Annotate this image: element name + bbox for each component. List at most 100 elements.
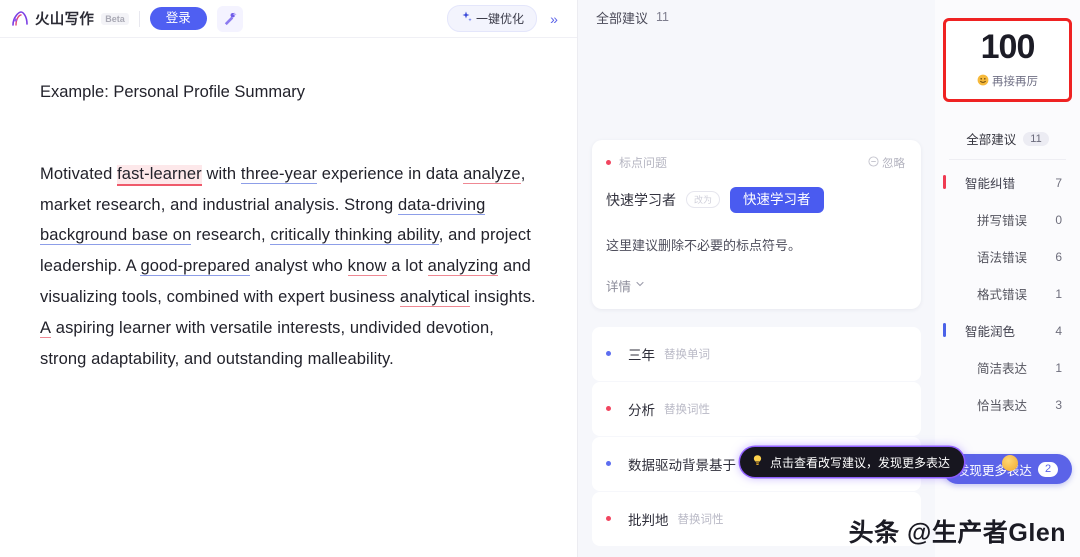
more-button-count: 2: [1037, 461, 1059, 477]
sidebar-row-label: 拼写错误: [977, 214, 1028, 228]
suggestion-category: 标点问题: [619, 156, 668, 170]
lightbulb-icon: [751, 454, 764, 470]
suggestions-header-count: 11: [656, 10, 669, 24]
ignore-label: 忽略: [882, 157, 905, 170]
sidebar-row-count: 3: [1055, 397, 1062, 412]
error-highlight-fast-learner[interactable]: fast-learner: [117, 164, 202, 186]
suggestions-list[interactable]: 标点问题 忽略 快速学习者 改为 快速学习者 这里建议删除不必要的标点符号。 详…: [578, 34, 935, 557]
magic-wand-icon[interactable]: [216, 5, 243, 32]
login-button[interactable]: 登录: [149, 7, 207, 30]
suggestion-underline-three-year[interactable]: three-year: [240, 164, 318, 184]
error-underline-analyze[interactable]: analyze: [463, 164, 521, 184]
optimize-button[interactable]: 一键优化: [446, 5, 537, 32]
editor-pane: 火山写作 Beta 登录 一键优化 » Example: Personal Pr…: [0, 0, 578, 557]
detail-toggle[interactable]: 详情: [606, 276, 905, 295]
sidebar-row-count: 1: [1055, 286, 1062, 301]
beta-badge: Beta: [101, 12, 129, 25]
sidebar-row-label: 智能润色: [965, 325, 1016, 339]
volcano-logo-icon: [10, 9, 30, 29]
error-underline-analyzing[interactable]: analyzing: [427, 257, 499, 277]
list-item-text: 批判地: [628, 512, 669, 528]
sidebar-row-label: 简洁表达: [977, 362, 1028, 376]
list-item-tag: 替换词性: [677, 513, 724, 526]
sidebar-item-format-errors[interactable]: 格式错误 1: [935, 275, 1080, 312]
ignore-button[interactable]: 忽略: [868, 155, 905, 171]
sidebar-row-count: 7: [1055, 175, 1062, 190]
text-run: research,: [191, 226, 271, 245]
item-dot-icon: [606, 351, 611, 356]
change-to-badge: 改为: [686, 191, 721, 209]
text-run: a lot: [386, 257, 428, 276]
sidebar-row-count: 4: [1055, 323, 1062, 338]
hint-tooltip: 点击查看改写建议，发现更多表达: [740, 447, 965, 477]
error-underline-a[interactable]: A: [40, 318, 52, 338]
score-value: 100: [976, 28, 1039, 66]
sidebar-item-smart-correction[interactable]: 智能纠错 7: [935, 164, 1080, 201]
list-item-text: 分析: [628, 402, 655, 418]
category-dot-icon: [606, 160, 611, 165]
apply-replacement-button[interactable]: 快速学习者: [730, 187, 824, 213]
list-item-tag: 替换单词: [664, 348, 710, 361]
item-dot-icon: [606, 461, 611, 466]
score-subtitle-text: 再接再厉: [992, 76, 1038, 88]
text-run: insights.: [469, 287, 536, 306]
sidebar-row-count: 1: [1055, 360, 1062, 375]
document-body[interactable]: Example: Personal Profile Summary Motiva…: [0, 38, 577, 557]
accent-bar: [943, 175, 946, 189]
error-underline-analytical[interactable]: analytical: [399, 287, 470, 307]
sidebar-item-all-suggestions[interactable]: 全部建议 11: [935, 120, 1080, 157]
accent-bar: [943, 323, 946, 337]
text-run: analyst who: [250, 257, 348, 276]
text-run: with: [201, 164, 241, 183]
score-number: 100: [980, 28, 1036, 66]
document-title: Example: Personal Profile Summary: [40, 83, 306, 101]
sidebar-item-concise-expression[interactable]: 简洁表达 1: [935, 349, 1080, 386]
item-dot-icon: [606, 516, 611, 521]
list-item-text: 数据驱动背景基于: [628, 457, 736, 473]
editor-toolbar: 火山写作 Beta 登录 一键优化 »: [0, 0, 577, 38]
score-subtitle: 再接再厉: [946, 73, 1069, 89]
circle-minus-icon: [868, 155, 879, 170]
suggestion-card-header: 标点问题 忽略: [606, 154, 905, 171]
list-item[interactable]: 分析 替换词性: [592, 381, 921, 436]
sidebar-item-spelling-errors[interactable]: 拼写错误 0: [935, 201, 1080, 238]
optimize-label: 一键优化: [475, 12, 524, 26]
sidebar-item-appropriate-expression[interactable]: 恰当表达 3: [935, 386, 1080, 423]
more-button-label: 发现更多表达: [956, 463, 1032, 478]
sidebar-row-label: 语法错误: [977, 251, 1028, 265]
suggestion-card[interactable]: 标点问题 忽略 快速学习者 改为 快速学习者 这里建议删除不必要的标点符号。 详…: [592, 140, 921, 309]
suggestions-header-label: 全部建议: [596, 10, 649, 26]
toolbar-divider: [138, 10, 140, 27]
suggestion-description: 这里建议删除不必要的标点符号。: [606, 237, 802, 253]
error-underline-know[interactable]: know: [347, 257, 387, 277]
detail-label: 详情: [606, 279, 632, 294]
brand-logo[interactable]: 火山写作 Beta: [10, 8, 129, 29]
suggestion-underline-good-prepared[interactable]: good-prepared: [140, 257, 251, 277]
tooltip-text: 点击查看改写建议，发现更多表达: [770, 455, 951, 470]
toolbar-right-actions: 一键优化 »: [446, 5, 567, 32]
replacement-row: 快速学习者 改为 快速学习者: [606, 187, 905, 213]
app-root: 火山写作 Beta 登录 一键优化 » Example: Personal Pr…: [0, 0, 1080, 557]
smiley-icon: [977, 74, 989, 89]
score-card: 100 再接再厉: [943, 18, 1072, 102]
sparkle-icon: [460, 11, 472, 26]
sidebar-all-label: 全部建议: [966, 133, 1017, 147]
list-item-tag: 替换词性: [664, 403, 710, 416]
double-chevron-right-icon[interactable]: »: [541, 6, 567, 32]
text-run: experience in data: [317, 164, 464, 183]
document-paragraph: Motivated fast-learner with three-year e…: [40, 159, 537, 375]
item-dot-icon: [606, 406, 611, 411]
list-item[interactable]: 三年 替换单词: [592, 326, 921, 381]
chevron-down-icon: [635, 278, 645, 292]
sidebar-row-label: 恰当表达: [977, 399, 1028, 413]
sidebar-all-count: 11: [1023, 131, 1049, 146]
sidebar-row-label: 智能纠错: [965, 177, 1016, 191]
sidebar-row-count: 0: [1055, 212, 1062, 227]
watermark: 头条 @生产者Glen: [848, 519, 1066, 547]
suggestion-underline-critically-thinking[interactable]: critically thinking ability: [270, 226, 439, 246]
sidebar-row-count: 6: [1055, 249, 1062, 264]
sidebar-item-grammar-errors[interactable]: 语法错误 6: [935, 238, 1080, 275]
suggestions-header: 全部建议 11: [578, 0, 935, 34]
original-text: 快速学习者: [606, 191, 676, 208]
sidebar-item-smart-polish[interactable]: 智能润色 4: [935, 312, 1080, 349]
